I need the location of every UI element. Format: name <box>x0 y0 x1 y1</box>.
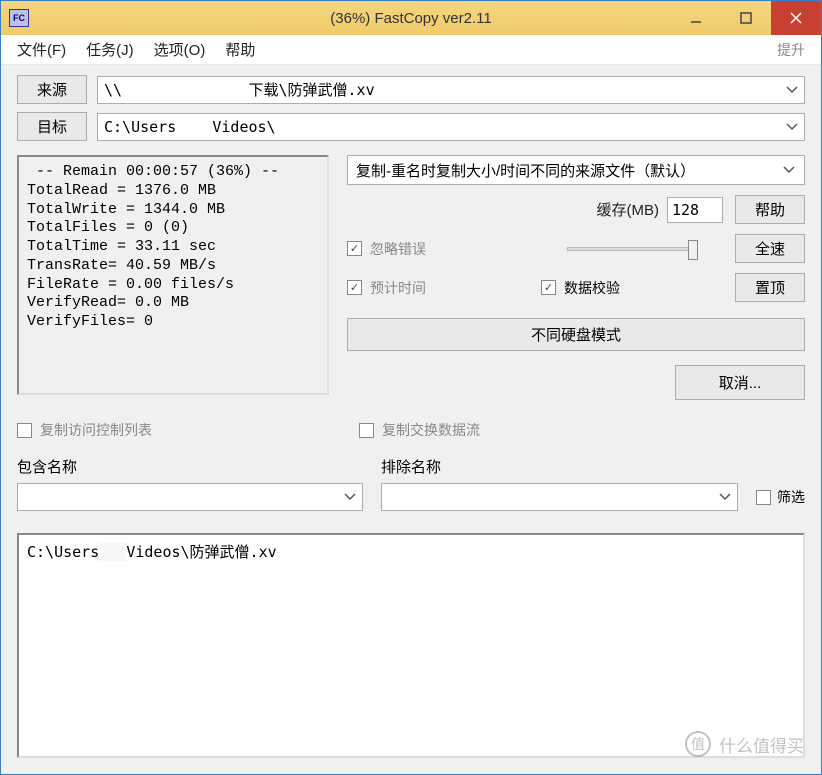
dest-button[interactable]: 目标 <box>17 112 87 141</box>
acl-checkbox: 复制访问控制列表 <box>17 420 329 440</box>
exclude-label: 排除名称 <box>381 456 738 477</box>
verify-checkbox[interactable]: ✓数据校验 <box>541 278 723 298</box>
maximize-button[interactable] <box>721 1 771 35</box>
watermark-text: 什么值得买 <box>719 732 804 757</box>
fullspeed-button[interactable]: 全速 <box>735 234 805 263</box>
source-button[interactable]: 来源 <box>17 75 87 104</box>
log-panel: C:\UsersXXXVideos\防弹武僧.xv <box>17 533 805 758</box>
titlebar: FC (36%) FastCopy ver2.11 <box>1 1 821 35</box>
source-dropdown-icon[interactable] <box>781 78 803 102</box>
diff-disk-mode-button[interactable]: 不同硬盘模式 <box>347 318 805 351</box>
dest-input[interactable] <box>97 113 805 141</box>
speed-slider[interactable] <box>567 247 697 251</box>
topmost-button[interactable]: 置顶 <box>735 273 805 302</box>
altstream-checkbox: 复制交换数据流 <box>359 420 480 440</box>
cache-label: 缓存(MB) <box>597 199 660 220</box>
copy-mode-combo[interactable]: 复制-重名时复制大小/时间不同的来源文件（默认） <box>347 155 805 185</box>
estimate-time-checkbox: ✓预计时间 <box>347 278 529 298</box>
copy-mode-dropdown-icon <box>778 158 800 182</box>
menu-upgrade[interactable]: 提升 <box>767 36 815 64</box>
menu-task[interactable]: 任务(J) <box>76 35 144 64</box>
cache-input[interactable] <box>667 197 723 223</box>
include-dropdown-icon[interactable] <box>339 485 361 509</box>
filter-toggle-checkbox[interactable]: 筛选 <box>756 483 805 511</box>
watermark: 值 什么值得买 <box>685 731 804 757</box>
minimize-button[interactable] <box>671 1 721 35</box>
exclude-dropdown-icon[interactable] <box>714 485 736 509</box>
cancel-button[interactable]: 取消... <box>675 365 805 400</box>
exclude-input[interactable] <box>381 483 738 511</box>
menu-options[interactable]: 选项(O) <box>144 35 216 64</box>
menu-file[interactable]: 文件(F) <box>7 35 76 64</box>
ignore-errors-checkbox: ✓忽略错误 <box>347 239 529 259</box>
copy-mode-value: 复制-重名时复制大小/时间不同的来源文件（默认） <box>356 160 695 181</box>
status-panel: -- Remain 00:00:57 (36%) -- TotalRead = … <box>17 155 329 395</box>
dest-dropdown-icon[interactable] <box>781 115 803 139</box>
close-button[interactable] <box>771 1 821 35</box>
menubar: 文件(F) 任务(J) 选项(O) 帮助 提升 <box>1 35 821 65</box>
include-input[interactable] <box>17 483 363 511</box>
watermark-icon: 值 <box>685 731 711 757</box>
help-button[interactable]: 帮助 <box>735 195 805 224</box>
app-icon: FC <box>9 9 29 27</box>
include-label: 包含名称 <box>17 456 363 477</box>
source-input[interactable] <box>97 76 805 104</box>
menu-help[interactable]: 帮助 <box>215 35 265 64</box>
